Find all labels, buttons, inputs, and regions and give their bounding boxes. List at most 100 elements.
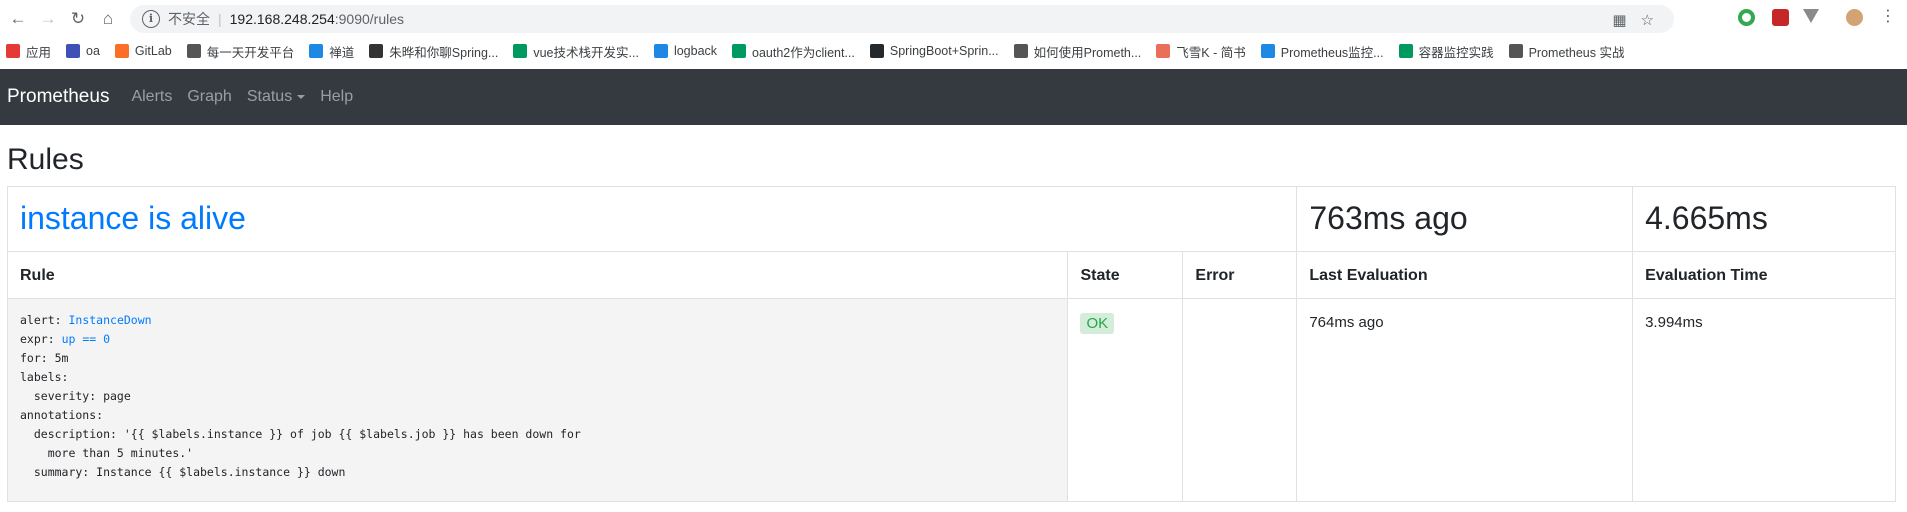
bookmark-item[interactable]: 容器监控实践 xyxy=(1398,42,1494,61)
globe-icon xyxy=(1013,44,1028,58)
bookmark-label: 如何使用Prometh... xyxy=(1033,45,1142,60)
translate-icon[interactable]: ▦ xyxy=(1612,11,1626,29)
bookmark-label: oauth2作为client... xyxy=(752,45,855,60)
bookmark-item[interactable]: 飞雪K - 简书 xyxy=(1156,42,1246,61)
nav-status-label: Status xyxy=(246,88,293,105)
bookmark-item[interactable]: oauth2作为client... xyxy=(732,42,855,61)
group-evaluation-time-cell: 4.665ms xyxy=(1632,186,1896,252)
td-icon xyxy=(66,44,81,58)
cloud-icon xyxy=(1260,44,1275,58)
ublock-icon[interactable] xyxy=(1772,9,1789,26)
github-icon xyxy=(869,44,884,58)
header-error: Error xyxy=(1182,251,1298,299)
bookmark-label: 每一天开发平台 xyxy=(206,45,295,60)
caret-down-icon xyxy=(297,94,306,99)
rule-last-evaluation: 764ms ago xyxy=(1309,314,1384,331)
prometheus-navbar: Prometheus Alerts Graph Status Help xyxy=(0,69,1907,125)
bookmark-star-icon[interactable]: ☆ xyxy=(1641,11,1654,29)
bookmark-item[interactable]: 应用 xyxy=(6,42,51,61)
back-icon[interactable]: ← xyxy=(6,7,30,31)
home-icon[interactable]: ⌂ xyxy=(96,7,120,31)
group-evaluation-time: 4.665ms xyxy=(1645,200,1768,236)
brand-link[interactable]: Prometheus xyxy=(7,86,109,108)
rule-definition: alert: InstanceDown expr: up == 0 for: 5… xyxy=(6,298,1069,502)
header-evaluation-time: Evaluation Time xyxy=(1632,251,1896,299)
bookmark-label: Prometheus 实战 xyxy=(1528,45,1625,60)
book-icon xyxy=(1508,44,1523,58)
bookmark-item[interactable]: oa xyxy=(66,44,100,58)
bookmark-label: SpringBoot+Sprin... xyxy=(889,44,999,58)
rule-line: labels: xyxy=(20,370,69,384)
rule-alert-line: alert: InstanceDown xyxy=(20,311,1055,330)
rule-evaluation-time-cell: 3.994ms xyxy=(1632,298,1896,502)
bookmark-label: 禅道 xyxy=(329,45,355,60)
rule-expr-line: expr: up == 0 xyxy=(20,330,1055,349)
bookmark-item[interactable]: SpringBoot+Sprin... xyxy=(869,44,999,58)
rule-line: severity: page xyxy=(20,389,131,403)
expr-link[interactable]: up == 0 xyxy=(62,332,110,346)
rule-evaluation-time: 3.994ms xyxy=(1645,314,1703,331)
menu-icon[interactable]: ⋮ xyxy=(1880,6,1896,25)
group-last-evaluation-cell: 763ms ago xyxy=(1296,186,1634,252)
reload-icon[interactable]: ↻ xyxy=(66,7,90,31)
forward-icon[interactable]: → xyxy=(36,7,60,31)
bookmark-label: 朱晔和你聊Spring... xyxy=(389,45,499,60)
rule-error-cell xyxy=(1182,298,1298,502)
url-path: :9090/rules xyxy=(334,11,405,27)
group-last-evaluation: 763ms ago xyxy=(1309,200,1468,236)
group-row: instance is alive 763ms ago 4.665ms xyxy=(6,186,1896,252)
page-title: Rules xyxy=(7,143,84,176)
table-header-row: Rule State Error Last Evaluation Evaluat… xyxy=(6,251,1896,299)
globe-icon xyxy=(186,44,201,58)
insecure-label: 不安全 xyxy=(168,11,210,27)
rule-line: summary: Instance {{ $labels.instance }}… xyxy=(20,465,346,479)
rule-alert-key: alert: xyxy=(20,313,62,327)
avatar[interactable] xyxy=(1846,9,1863,26)
group-name-cell: instance is alive xyxy=(6,186,1298,252)
bookmarks-bar: 应用 oa GitLab 每一天开发平台 禅道 朱晔和你聊Spring... vue技术栈开… xyxy=(0,38,1907,64)
bookmark-label: Prometheus监控... xyxy=(1280,45,1384,60)
sf-icon xyxy=(513,44,528,58)
url-separator: | xyxy=(218,11,222,27)
bookmark-item[interactable]: vue技术栈开发实... xyxy=(513,42,639,61)
nav-help[interactable]: Help xyxy=(320,88,353,106)
bookmark-item[interactable]: GitLab xyxy=(114,44,172,58)
alert-name-link[interactable]: InstanceDown xyxy=(68,313,151,327)
bookmark-item[interactable]: logback xyxy=(653,44,717,58)
nav-alerts[interactable]: Alerts xyxy=(131,88,172,106)
bookmark-label: 容器监控实践 xyxy=(1418,45,1494,60)
table-row: alert: InstanceDown expr: up == 0 for: 5… xyxy=(6,298,1896,502)
zentao-icon xyxy=(309,44,324,58)
sf-icon xyxy=(1398,44,1413,58)
lambda-icon xyxy=(369,44,384,58)
header-last-evaluation: Last Evaluation xyxy=(1296,251,1634,299)
rule-state-cell: OK xyxy=(1067,298,1184,502)
header-rule: Rule xyxy=(6,251,1069,299)
chrome-extension-icon[interactable] xyxy=(1738,9,1755,26)
vue-devtools-icon[interactable] xyxy=(1803,9,1819,23)
bookmark-item[interactable]: Prometheus监控... xyxy=(1260,42,1384,61)
bookmark-label: 应用 xyxy=(26,45,52,60)
header-state: State xyxy=(1067,251,1184,299)
rule-line: annotations: xyxy=(20,408,104,422)
url-host: 192.168.248.254 xyxy=(229,11,335,27)
bookmark-item[interactable]: 如何使用Prometh... xyxy=(1013,42,1142,61)
rule-line: more than 5 minutes.' xyxy=(20,446,194,460)
rule-last-evaluation-cell: 764ms ago xyxy=(1296,298,1634,502)
group-name-link[interactable]: instance is alive xyxy=(20,200,246,236)
address-bar[interactable]: i 不安全 | 192.168.248.254:9090/rules ▦ ☆ xyxy=(130,5,1674,33)
browser-toolbar: ← → ↻ ⌂ i 不安全 | 192.168.248.254:9090/rul… xyxy=(0,0,1907,38)
nav-status-dropdown[interactable]: Status xyxy=(246,88,306,106)
bookmark-item[interactable]: 每一天开发平台 xyxy=(186,42,295,61)
rule-line: description: '{{ $labels.instance }} of … xyxy=(20,427,581,441)
status-badge: OK xyxy=(1080,313,1115,334)
bookmark-item[interactable]: 禅道 xyxy=(309,42,354,61)
info-icon[interactable]: i xyxy=(142,10,160,28)
bookmark-item[interactable]: 朱晔和你聊Spring... xyxy=(369,42,498,61)
nav-graph[interactable]: Graph xyxy=(187,88,231,106)
bookmark-label: vue技术栈开发实... xyxy=(533,45,639,60)
bookmark-label: GitLab xyxy=(134,44,172,58)
apps-grid-icon xyxy=(6,44,20,58)
bookmark-item[interactable]: Prometheus 实战 xyxy=(1508,42,1625,61)
sf-icon xyxy=(732,44,747,58)
